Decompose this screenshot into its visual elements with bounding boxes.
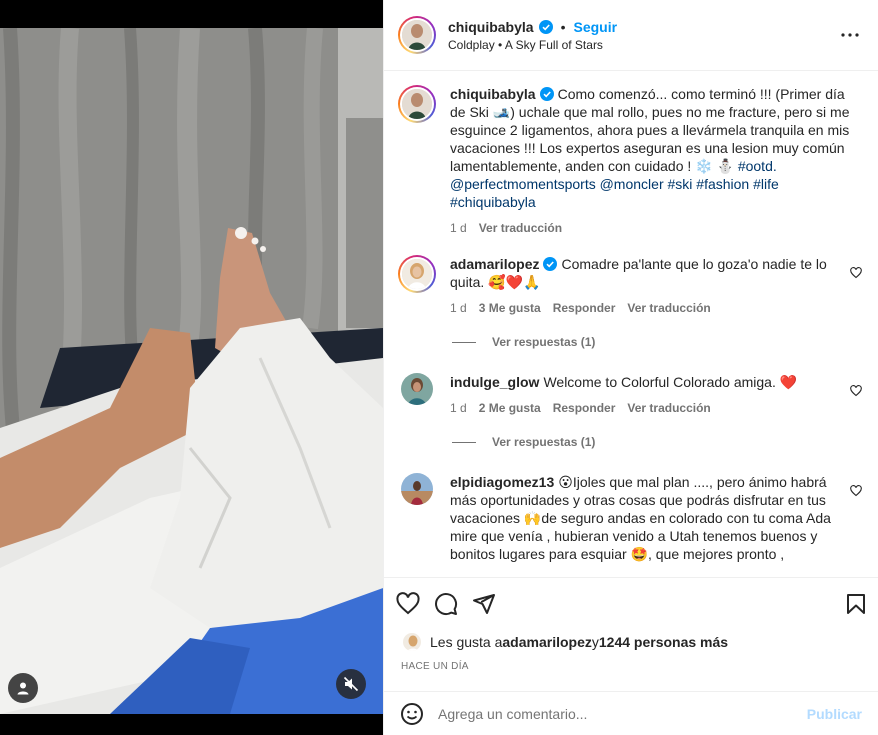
likes-summary[interactable]: Les gusta a adamarilopez y 1244 personas… — [384, 629, 878, 655]
comment-translate-link[interactable]: Ver traducción — [627, 299, 710, 317]
verified-badge-icon — [538, 19, 553, 34]
hospital-feet-scene — [0, 28, 383, 714]
comment-username[interactable]: elpidiagomez13 — [450, 474, 554, 490]
liker-avatar[interactable] — [402, 632, 422, 652]
separator-dot: • — [560, 18, 566, 35]
likes-user[interactable]: adamarilopez — [502, 634, 591, 650]
emoji-smiley-icon[interactable] — [400, 702, 424, 726]
verified-badge-icon — [543, 257, 558, 271]
more-horizontal-icon — [841, 33, 859, 37]
comments-list[interactable]: chiquibabyla Como comenzó... como terminó… — [384, 71, 878, 577]
replies-line — [452, 441, 476, 443]
view-replies-label[interactable]: Ver respuestas (1) — [492, 435, 595, 449]
avatar-photo — [401, 373, 433, 405]
view-replies-label[interactable]: Ver respuestas (1) — [492, 335, 595, 349]
comment-reply-button[interactable]: Responder — [553, 399, 616, 417]
commenter-avatar[interactable] — [398, 255, 436, 293]
post-header: chiquibabyla • Seguir Coldplay • A Sky F… — [384, 0, 878, 71]
like-comment-heart-icon[interactable] — [850, 485, 862, 497]
like-heart-icon[interactable] — [396, 591, 420, 616]
comment-age[interactable]: 1 d — [450, 399, 467, 417]
post-media[interactable] — [0, 0, 383, 735]
publish-comment-button[interactable]: Publicar — [807, 706, 862, 722]
replies-line — [452, 341, 476, 343]
post-video[interactable] — [0, 28, 383, 714]
comment-item: elpidiagomez13 😮Ijoles que mal plan ....,… — [398, 473, 862, 563]
avatar-photo — [402, 89, 432, 119]
add-comment-bar: Publicar — [384, 691, 878, 735]
user-icon — [17, 682, 29, 695]
verified-badge-icon — [539, 87, 554, 101]
view-replies-button[interactable]: Ver respuestas (1) — [452, 435, 862, 449]
avatar-photo — [402, 259, 432, 289]
comment-input[interactable] — [438, 705, 807, 722]
instagram-post: chiquibabyla • Seguir Coldplay • A Sky F… — [0, 0, 878, 735]
author-avatar-image — [400, 18, 434, 52]
author-username[interactable]: chiquibabyla — [448, 19, 534, 35]
comment-bubble-icon[interactable] — [434, 592, 458, 616]
post-timestamp[interactable]: HACE UN DÍA — [384, 661, 878, 681]
save-bookmark-icon[interactable] — [844, 592, 868, 616]
comment-likes-count[interactable]: 2 Me gusta — [479, 399, 541, 417]
avatar-photo — [401, 473, 433, 505]
share-paper-plane-icon[interactable] — [472, 592, 496, 616]
caption-username[interactable]: chiquibabyla — [450, 86, 536, 102]
avatar-photo — [402, 20, 432, 50]
comment-item: indulge_glow Welcome to Colorful Colorado… — [398, 373, 862, 417]
like-comment-heart-icon[interactable] — [850, 267, 862, 279]
more-options-button[interactable] — [838, 23, 862, 47]
commenter-avatar[interactable] — [401, 473, 433, 505]
comment-item: adamarilopez Comadre pa'lante que lo goza… — [398, 255, 862, 317]
likes-prefix: Les gusta a — [430, 634, 503, 650]
avatar-photo — [403, 633, 421, 651]
comment-translate-link[interactable]: Ver traducción — [627, 399, 710, 417]
like-comment-heart-icon[interactable] — [850, 385, 862, 397]
likes-middle: y — [591, 634, 599, 650]
commenter-avatar-image — [400, 257, 434, 291]
author-avatar[interactable] — [398, 16, 436, 54]
caption-age[interactable]: 1 d — [450, 219, 467, 237]
caption-avatar-image — [400, 87, 434, 121]
mute-button[interactable] — [336, 669, 366, 699]
commenter-avatar[interactable] — [401, 373, 433, 405]
caption-translate-link[interactable]: Ver traducción — [479, 219, 562, 237]
likes-count[interactable]: 1244 personas más — [599, 634, 728, 650]
comment-username[interactable]: indulge_glow — [450, 374, 539, 390]
post-sidebar: chiquibabyla • Seguir Coldplay • A Sky F… — [383, 0, 878, 735]
audio-track[interactable]: Coldplay • A Sky Full of Stars — [448, 38, 838, 52]
comment-text: Welcome to Colorful Colorado amiga. ❤️ — [543, 374, 798, 390]
follow-button[interactable]: Seguir — [573, 19, 617, 35]
comment-reply-button[interactable]: Responder — [553, 299, 616, 317]
comment-age[interactable]: 1 d — [450, 299, 467, 317]
tagged-users-button[interactable] — [8, 673, 38, 703]
view-replies-button[interactable]: Ver respuestas (1) — [452, 335, 862, 349]
comment-likes-count[interactable]: 3 Me gusta — [479, 299, 541, 317]
comment-username[interactable]: adamarilopez — [450, 256, 539, 272]
post-actions — [384, 577, 878, 629]
caption-avatar[interactable] — [398, 85, 436, 123]
speaker-muted-icon — [343, 676, 359, 692]
caption: chiquibabyla Como comenzó... como terminó… — [398, 85, 862, 237]
